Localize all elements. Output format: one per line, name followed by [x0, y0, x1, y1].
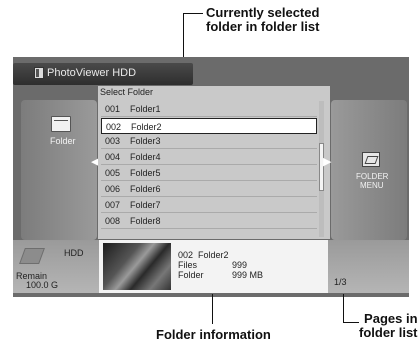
- folder-name: Folder1: [130, 104, 161, 114]
- folder-number: 002: [106, 122, 122, 132]
- folder-name: Folder3: [130, 136, 161, 146]
- arrow-right-icon[interactable]: ▶: [323, 155, 331, 168]
- folder-name: Folder8: [130, 216, 161, 226]
- folder-row[interactable]: 008 Folder8: [101, 213, 317, 229]
- folder-menu-panel[interactable]: [331, 100, 407, 240]
- folder-row[interactable]: 006 Folder6: [101, 181, 317, 197]
- folder-number: 006: [105, 184, 121, 194]
- callout-pages: Pages in folder list: [359, 312, 418, 340]
- info-files-label: Files: [178, 260, 198, 270]
- page-indicator: 1/3: [334, 277, 347, 287]
- info-title: 002 Folder2: [178, 250, 229, 260]
- app-title: PhotoViewer HDD: [47, 67, 137, 79]
- callout-selected-folder: Currently selected folder in folder list: [206, 6, 319, 34]
- callout-selected-line2: folder in folder list: [206, 19, 320, 34]
- folder-number: 007: [105, 200, 121, 210]
- info-size-value: 999 MB: [232, 270, 264, 280]
- folder-row[interactable]: 001 Folder1: [101, 101, 317, 117]
- folder-menu-label-line1: FOLDER: [356, 172, 389, 181]
- folder-name: Folder2: [131, 122, 162, 132]
- folder-number: 001: [105, 104, 121, 114]
- folder-menu-icon: [362, 152, 380, 167]
- callout-folder-info: Folder information: [156, 327, 271, 342]
- folder-thumbnail: [103, 243, 171, 290]
- callout-leader-horizontal: [183, 13, 203, 14]
- folder-row[interactable]: 003 Folder3: [101, 133, 317, 149]
- folder-number: 008: [105, 216, 121, 226]
- folder-panel-label: Folder: [50, 136, 76, 146]
- folder-number: 003: [105, 136, 121, 146]
- folder-row[interactable]: 005 Folder5: [101, 165, 317, 181]
- list-header: Select Folder: [98, 86, 330, 99]
- folder-name: Folder4: [130, 152, 161, 162]
- info-leader: [212, 294, 213, 324]
- select-folder-label: Select Folder: [100, 87, 154, 97]
- folder-icon: [51, 116, 71, 132]
- folder-name: Folder5: [130, 168, 161, 178]
- folder-menu-label-line2: MENU: [360, 181, 384, 190]
- pages-leader-vertical: [343, 294, 344, 323]
- info-files-value: 999: [232, 260, 248, 270]
- folder-row[interactable]: 004 Folder4: [101, 149, 317, 165]
- pages-leader-horizontal: [343, 322, 359, 323]
- info-size-label: Folder: [178, 270, 204, 280]
- folder-number: 004: [105, 152, 121, 162]
- photoviewer-icon: [34, 67, 44, 79]
- folder-name: Folder6: [130, 184, 161, 194]
- callout-pages-line1: Pages in: [364, 311, 418, 326]
- folder-name: Folder7: [130, 200, 161, 210]
- callout-pages-line2: folder list: [359, 325, 418, 340]
- folder-row-selected[interactable]: 002 Folder2: [101, 118, 317, 134]
- folder-number: 005: [105, 168, 121, 178]
- storage-device: HDD: [64, 248, 84, 258]
- remain-value: 100.0 G: [26, 280, 59, 290]
- callout-selected-line1: Currently selected: [206, 5, 320, 20]
- folder-row[interactable]: 007 Folder7: [101, 197, 317, 213]
